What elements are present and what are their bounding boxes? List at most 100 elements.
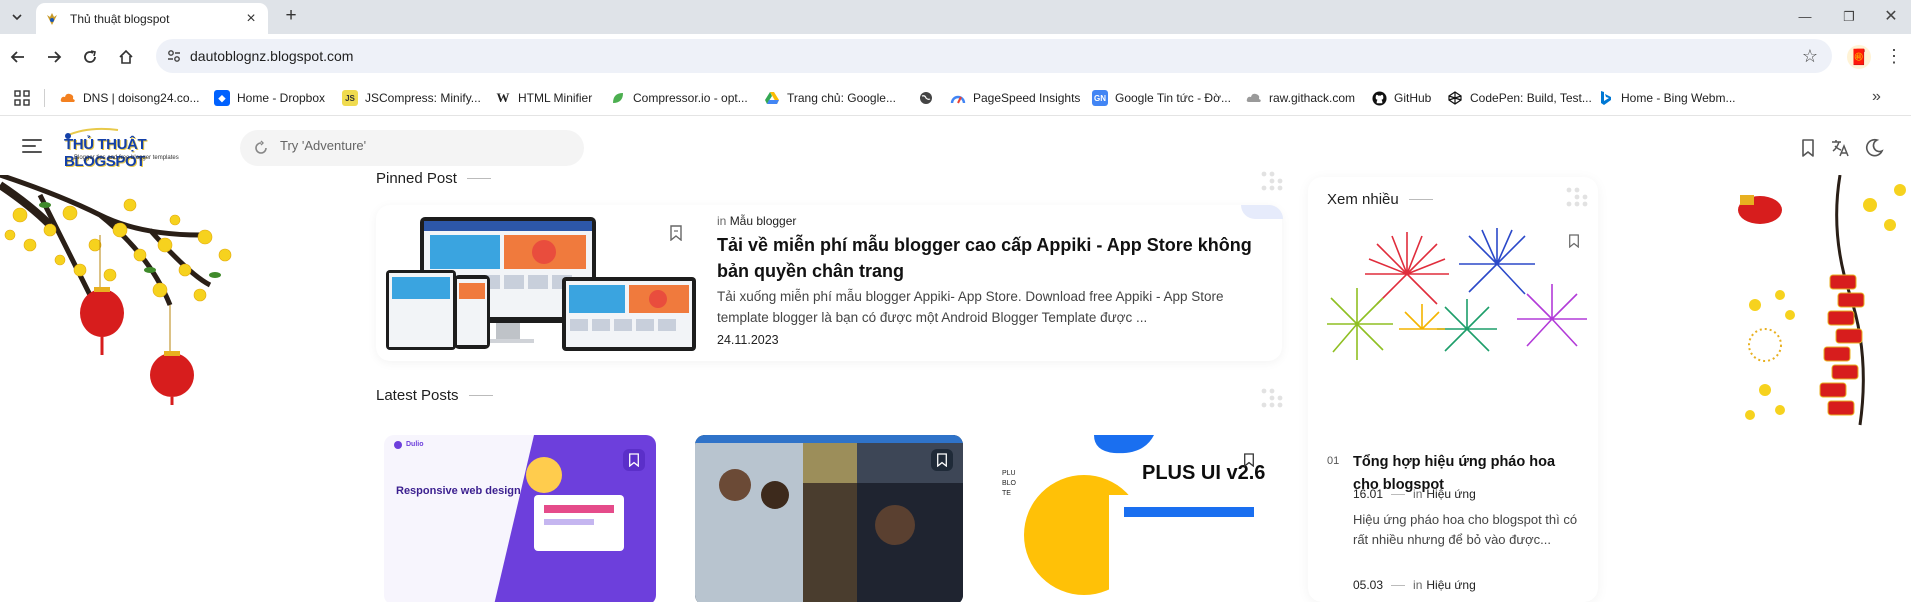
bookmark-item[interactable]: Home - Bing Webm... [1598,88,1735,108]
apps-grid-icon[interactable] [14,90,30,106]
url-text[interactable]: dautoblognz.blogspot.com [190,48,353,64]
svg-text:PLU: PLU [1002,470,1016,477]
bookmark-item[interactable]: JS JSCompress: Minify... [342,88,481,108]
post-excerpt: Tải xuống miễn phí mẫu blogger Appiki- A… [717,289,1224,325]
minimize-button[interactable]: — [1790,7,1820,27]
card-brand: Dulio [406,441,424,448]
bookmark-item[interactable] [918,88,941,108]
dots-decoration-icon [1261,388,1283,408]
browser-toolbar: dautoblognz.blogspot.com ☆ 🧧 ⋮ [0,34,1911,79]
pinned-post-card[interactable]: in Mẫu blogger Tải về miễn phí mẫu blogg… [376,205,1282,361]
fireworks-icon [1327,224,1589,360]
tab-search-button[interactable] [6,7,28,27]
google-news-icon: GN [1092,90,1108,106]
site-favicon-icon [47,12,57,25]
search-icon [255,140,267,154]
arrow-right-icon [48,51,62,63]
bookmarks-separator [44,89,45,107]
pagespeed-icon [950,90,966,106]
bookmark-item[interactable]: raw.githack.com [1246,88,1355,108]
site-logo[interactable]: THỦ THUẬT BLOGSPOT Blogger tips and free… [58,124,208,170]
restore-button[interactable]: ❐ [1834,7,1864,27]
site-header: THỦ THUẬT BLOGSPOT Blogger tips and free… [0,117,1911,177]
tab-title: Thủ thuật blogspot [70,11,170,26]
card-corner-decoration [1241,205,1283,219]
latest-post-card[interactable]: Dulio Responsive web design [384,435,656,602]
latest-section-title: Latest Posts [376,387,493,404]
cloud-icon [1246,90,1262,106]
translate-icon[interactable] [1830,138,1850,158]
bookmark-item[interactable]: W HTML Minifier [495,88,593,108]
site-search[interactable] [240,130,584,166]
home-icon [119,49,133,64]
apricot-blossom-icon [0,175,232,405]
arrow-left-icon [10,51,24,63]
back-button[interactable] [6,45,30,69]
post-meta: 05.03 in Hiệu ứng [1353,578,1476,592]
save-post-icon[interactable] [1563,230,1585,252]
firecracker-icon [1738,175,1906,426]
post-date: 24.11.2023 [717,333,779,347]
bookmark-item[interactable]: Trang chủ: Google... [764,88,896,108]
bookmark-item[interactable]: CodePen: Build, Test... [1447,88,1592,108]
save-post-icon[interactable] [623,449,645,471]
dark-mode-icon[interactable] [1864,138,1884,158]
svg-text:BLO: BLO [1002,480,1017,487]
page-viewport: THỦ THUẬT BLOGSPOT Blogger tips and free… [0,117,1911,602]
post-excerpt: Hiệu ứng pháo hoa cho blogspot thì có rấ… [1353,512,1578,547]
tune-icon[interactable] [166,48,182,64]
card-headline: Responsive web design [396,485,521,497]
profile-avatar[interactable]: 🧧 [1847,45,1871,69]
dots-decoration-icon [1566,187,1588,207]
leaf-icon [610,90,626,106]
post-thumbnail [384,435,656,602]
new-tab-button[interactable]: + [280,6,302,28]
dropbox-icon: ◆ [214,90,230,106]
kebab-menu-icon[interactable]: ⋮ [1885,44,1903,68]
tab-close-icon[interactable]: × [242,10,260,28]
post-title[interactable]: Tổng hợp hiệu ứng pháo hoa cho blogspot [1353,451,1573,497]
popular-section-title: Xem nhiều [1327,191,1433,208]
logo-tagline: Blogger tips and free blogger templates [74,155,179,161]
bookmark-item[interactable]: ◆ Home - Dropbox [214,88,325,108]
post-rank: 01 [1327,455,1340,467]
latest-post-card[interactable] [695,435,963,602]
home-button[interactable] [114,45,138,69]
bing-icon [1598,90,1614,106]
window-close-button[interactable]: ✕ [1876,7,1906,27]
more-bookmarks-icon[interactable]: » [1872,88,1881,106]
post-thumbnail[interactable] [1327,224,1589,360]
cloud-icon [60,90,76,106]
post-title[interactable]: Tải về miễn phí mẫu blogger cao cấp Appi… [717,232,1257,284]
tab-strip: Thủ thuật blogspot × + — ❐ ✕ [0,0,1911,34]
save-post-icon[interactable] [931,449,953,471]
google-drive-icon [764,90,780,106]
bookmark-item[interactable]: GN Google Tin tức - Đờ... [1092,88,1231,108]
globe-icon [918,90,934,106]
svg-text:TE: TE [1002,490,1011,497]
js-icon: JS [342,90,358,106]
latest-post-card[interactable]: PLU BLO TE PLUS UI v2.6 [994,435,1282,602]
codepen-icon [1447,90,1463,106]
post-category[interactable]: in Mẫu blogger [717,214,796,228]
active-tab[interactable]: Thủ thuật blogspot × [36,3,268,34]
reload-button[interactable] [78,45,102,69]
bookmark-icon[interactable] [1798,138,1818,158]
avatar-icon: 🧧 [1849,49,1869,66]
search-input[interactable] [280,138,560,153]
post-thumbnail [695,435,963,602]
bookmark-item[interactable]: Compressor.io - opt... [610,88,748,108]
dots-decoration-icon [1261,171,1283,191]
star-icon[interactable]: ☆ [1802,46,1818,67]
bookmark-item[interactable]: DNS | doisong24.co... [60,88,200,108]
save-post-icon[interactable] [1238,449,1260,471]
reload-icon [84,50,96,63]
w-icon: W [496,90,510,105]
forward-button[interactable] [42,45,66,69]
post-thumbnail[interactable] [386,215,696,351]
hamburger-menu-icon[interactable] [22,139,42,155]
save-post-icon[interactable] [665,222,687,244]
bookmark-item[interactable]: GitHub [1371,88,1431,108]
address-bar[interactable]: dautoblognz.blogspot.com ☆ [156,39,1832,73]
bookmark-item[interactable]: PageSpeed Insights [950,88,1080,108]
